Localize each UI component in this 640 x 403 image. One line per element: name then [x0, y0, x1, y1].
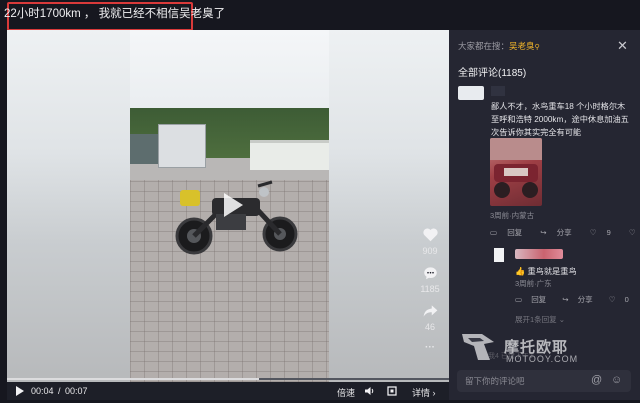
emoji-icon[interactable]: ☺	[611, 374, 622, 386]
building	[250, 140, 329, 170]
share-label: 分享	[577, 295, 593, 304]
reply-icon: ▭	[490, 228, 498, 237]
reply-icon: ▭	[515, 295, 523, 304]
reply-button[interactable]: ▭ 回复	[515, 295, 553, 304]
comment-actions: ▭ 回复 ↪ 分享 ♡ 9 ♡	[490, 227, 640, 238]
comment-count-title: 全部评论(1185)	[458, 68, 527, 79]
detail-label: 详情	[412, 388, 431, 398]
comment-count: 1185	[420, 284, 440, 294]
heart-icon: ♡	[608, 295, 616, 304]
more-icon: ···	[425, 342, 435, 353]
heart-icon: ♡	[589, 228, 597, 237]
play-pause-icon[interactable]	[15, 386, 24, 396]
username[interactable]	[515, 249, 563, 259]
motorcycle-logo-icon	[462, 334, 494, 360]
reply-label: 回复	[531, 295, 547, 304]
video-frame[interactable]	[130, 30, 329, 382]
comment-image[interactable]	[490, 138, 542, 206]
like-action[interactable]: 909	[412, 228, 448, 256]
heart-icon	[422, 228, 438, 242]
watermark: 摩托欧耶 MOTOOY.COM	[460, 330, 590, 368]
reply-label: 回复	[507, 228, 523, 237]
expand-replies-button[interactable]: 展开1条回复 ⌄	[515, 314, 565, 325]
share-button[interactable]: ↪ 分享	[562, 295, 599, 304]
mention-icon[interactable]: @	[591, 374, 602, 386]
video-area[interactable]: 909 1185 46 ···	[7, 30, 449, 400]
share-action[interactable]: 46	[412, 304, 448, 332]
blurred-backdrop-left	[7, 30, 130, 382]
comment-input-bar[interactable]: @ ☺	[457, 370, 631, 392]
comment-meta: 3周前·内蒙古	[490, 211, 535, 220]
detail-button[interactable]: 详情 ›	[412, 386, 436, 399]
like-count: 909	[422, 246, 438, 256]
truck	[158, 124, 206, 168]
control-bar: 00:04 / 00:07 倍速 详情 ›	[7, 380, 449, 400]
comment-action[interactable]: 1185	[412, 266, 448, 294]
reply-meta: 3周前·广东	[515, 279, 552, 288]
like-button[interactable]: ♡ 9	[590, 228, 619, 237]
share-count: 46	[424, 322, 435, 332]
watermark-url: MOTOOY.COM	[506, 354, 579, 364]
reply-content: 重鸟就是重鸟	[527, 267, 577, 276]
avatar[interactable]	[494, 248, 504, 262]
video-player-page: 22小时1700km ， 我就已经不相信吴老臭了 909 1185 46 ···…	[0, 0, 640, 403]
action-column: 909 1185 46 ···	[412, 228, 448, 363]
trending-term[interactable]: 吴老臭	[509, 41, 535, 51]
speed-button[interactable]: 倍速	[337, 386, 355, 399]
video-caption: 22小时1700km ， 我就已经不相信吴老臭了	[4, 8, 226, 20]
reply-button[interactable]: ▭ 回复	[490, 228, 530, 237]
avatar[interactable]	[458, 86, 484, 100]
dislike-icon[interactable]: ♡	[629, 228, 636, 237]
like-button[interactable]: ♡ 0	[609, 295, 636, 304]
trending-search[interactable]: 大家都在搜：吴老臭⚲	[458, 40, 540, 52]
play-icon[interactable]	[220, 190, 246, 220]
share-label: 分享	[556, 228, 572, 237]
close-icon[interactable]: ✕	[617, 38, 628, 54]
more-action[interactable]: ···	[412, 342, 448, 353]
comment-input[interactable]	[465, 374, 585, 388]
trending-prefix: 大家都在搜：	[458, 41, 510, 51]
fullscreen-icon[interactable]	[387, 386, 397, 396]
comment-icon	[423, 267, 437, 280]
reply-actions: ▭ 回复 ↪ 分享 ♡ 0 ♡	[515, 294, 640, 305]
volume-icon[interactable]	[364, 386, 375, 396]
title-bar: 22小时1700km ， 我就已经不相信吴老臭了	[0, 0, 640, 31]
thumbs-up-icon: 👍	[515, 267, 526, 276]
comment-text: 鄙人不才，水鸟重车18 个小时格尔木至呼和浩特 2000km，途中休息加油五次告…	[491, 102, 629, 137]
share-button[interactable]: ↪ 分享	[540, 228, 579, 237]
motorcycle-photo	[490, 138, 542, 198]
like-count: 0	[624, 295, 629, 304]
share-icon	[423, 305, 437, 317]
current-time: 00:04	[31, 386, 54, 396]
search-icon: ⚲	[534, 44, 540, 51]
username[interactable]	[491, 86, 505, 96]
truck	[130, 134, 158, 164]
share-icon: ↪	[562, 295, 569, 304]
share-icon: ↪	[540, 228, 547, 237]
total-time: 00:07	[65, 386, 88, 396]
time-separator: /	[58, 386, 61, 396]
chevron-right-icon: ›	[432, 388, 436, 398]
reply-text: 👍 重鸟就是重鸟	[515, 265, 577, 277]
like-count: 9	[606, 228, 611, 237]
